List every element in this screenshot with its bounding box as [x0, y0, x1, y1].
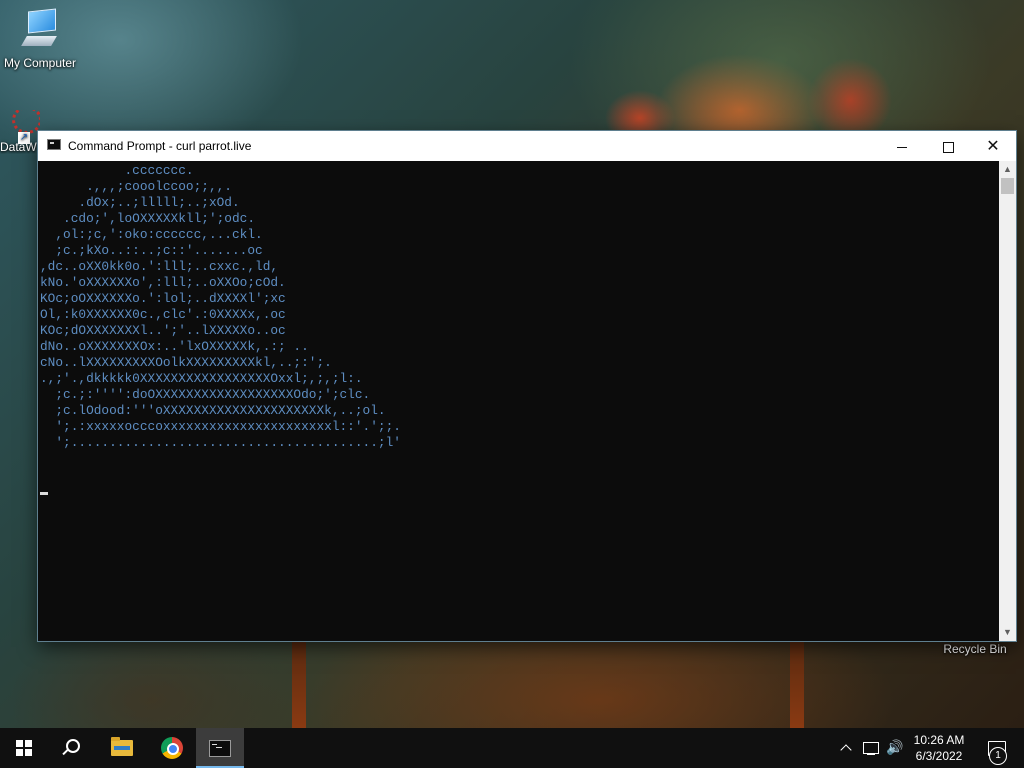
- volume-icon: 🔊: [886, 740, 904, 756]
- vertical-scrollbar[interactable]: ▲ ▼: [999, 161, 1016, 641]
- scroll-down-arrow-icon[interactable]: ▼: [999, 624, 1016, 641]
- close-button[interactable]: ✕: [970, 131, 1016, 161]
- clock-time: 10:26 AM: [913, 733, 965, 747]
- scroll-thumb[interactable]: [1001, 178, 1014, 194]
- chevron-up-icon: [840, 744, 852, 756]
- start-button[interactable]: [0, 728, 48, 768]
- notification-count-badge: 1: [989, 747, 1007, 765]
- desktop-icon-my-computer[interactable]: My Computer: [0, 8, 80, 70]
- close-icon: ✕: [986, 136, 1000, 155]
- computer-icon: [20, 8, 60, 52]
- windows-logo-icon: [16, 740, 32, 756]
- maximize-button[interactable]: [925, 131, 971, 161]
- command-prompt-taskbar-button[interactable]: [196, 728, 244, 768]
- minimize-button[interactable]: [879, 131, 925, 161]
- wallpaper-stem: [292, 640, 306, 728]
- minimize-icon: [897, 146, 907, 148]
- search-button[interactable]: [48, 728, 96, 768]
- network-button[interactable]: [860, 728, 882, 768]
- search-icon: [66, 739, 80, 753]
- desktop-icon-label: Recycle Bin: [943, 642, 1007, 656]
- desktop-icon-label: My Computer: [3, 56, 77, 70]
- network-icon: [863, 742, 879, 755]
- window-title: Command Prompt - curl parrot.live: [68, 139, 252, 153]
- cmd-icon: [47, 139, 61, 150]
- command-prompt-window[interactable]: Command Prompt - curl parrot.live ✕ .ccc…: [38, 131, 1016, 641]
- wallpaper-stem: [790, 640, 804, 728]
- chrome-button[interactable]: [148, 728, 196, 768]
- folder-icon: [111, 737, 133, 756]
- clock-date: 6/3/2022: [915, 749, 963, 763]
- cmd-icon: [209, 739, 231, 757]
- maximize-icon: [942, 141, 954, 153]
- file-explorer-button[interactable]: [98, 728, 146, 768]
- text-cursor: [40, 492, 48, 495]
- scroll-up-arrow-icon[interactable]: ▲: [999, 161, 1016, 178]
- show-hidden-icons-button[interactable]: [836, 728, 856, 768]
- volume-button[interactable]: 🔊: [884, 728, 906, 768]
- taskbar-clock[interactable]: 10:26 AM 6/3/2022: [904, 728, 974, 768]
- chrome-icon: [161, 737, 183, 759]
- console-output[interactable]: .ccccccc. .,,,;cooolccoo;;,,. .dOx;..;ll…: [38, 161, 999, 641]
- taskbar: 🔊 10:26 AM 6/3/2022: [0, 728, 1024, 768]
- datawrapper-shortcut-icon: ↗: [8, 110, 40, 144]
- desktop-icon-dataw[interactable]: ↗ DataW: [0, 110, 40, 154]
- console-text: .ccccccc. .,,,;cooolccoo;;,,. .dOx;..;ll…: [40, 163, 401, 450]
- window-titlebar[interactable]: Command Prompt - curl parrot.live ✕: [38, 131, 1016, 161]
